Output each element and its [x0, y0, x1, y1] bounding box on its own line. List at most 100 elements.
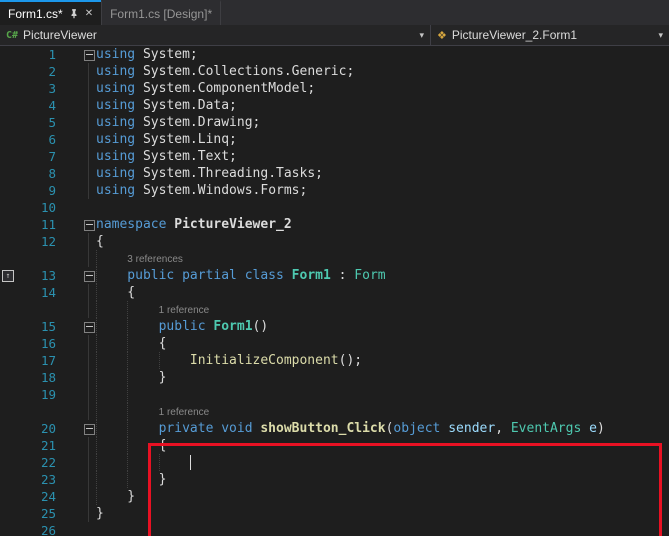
code-text[interactable]: public partial class Form1 : Form — [96, 267, 669, 284]
code-token: showButton_Click — [260, 421, 385, 436]
code-token: } — [96, 506, 104, 521]
fold-region-line — [88, 80, 89, 97]
line-number[interactable]: 24 — [16, 488, 56, 505]
code-token: } — [127, 489, 135, 504]
code-text[interactable] — [96, 199, 669, 216]
code-text[interactable]: InitializeComponent(); — [96, 352, 669, 369]
code-text[interactable]: using System.Threading.Tasks; — [96, 165, 669, 182]
code-text[interactable]: using System.Collections.Generic; — [96, 63, 669, 80]
inheritance-margin-icon[interactable]: ↑ — [2, 270, 14, 282]
indent-guide — [96, 318, 98, 335]
codelens-row: 1 reference — [0, 301, 669, 318]
type-dropdown[interactable]: ❖ PictureViewer_2.Form1 ▾ — [431, 25, 669, 45]
line-number[interactable]: 14 — [16, 284, 56, 301]
line-number[interactable]: 22 — [16, 454, 56, 471]
fold-margin — [82, 369, 96, 386]
indent-guide — [127, 386, 129, 403]
code-text[interactable]: private void showButton_Click(object sen… — [96, 420, 669, 437]
code-line-19: 19 — [0, 386, 669, 403]
line-number[interactable]: 9 — [16, 182, 56, 199]
pin-icon[interactable] — [69, 8, 79, 19]
code-text[interactable]: { — [96, 284, 669, 301]
line-number[interactable]: 8 — [16, 165, 56, 182]
code-text[interactable]: } — [96, 471, 669, 488]
line-number[interactable]: 23 — [16, 471, 56, 488]
line-number[interactable]: 25 — [16, 505, 56, 522]
line-number[interactable]: 2 — [16, 63, 56, 80]
line-number[interactable]: 17 — [16, 352, 56, 369]
code-token: { — [96, 234, 104, 249]
line-number[interactable]: 19 — [16, 386, 56, 403]
glyph-margin — [0, 301, 16, 318]
line-number[interactable]: 3 — [16, 80, 56, 97]
line-number[interactable]: 26 — [16, 522, 56, 536]
line-number[interactable]: 5 — [16, 114, 56, 131]
fold-region-line — [88, 437, 89, 454]
collapse-icon[interactable] — [84, 271, 95, 282]
collapse-icon[interactable] — [84, 220, 95, 231]
code-text[interactable]: { — [96, 335, 669, 352]
code-text[interactable]: using System.Linq; — [96, 131, 669, 148]
line-number[interactable]: 4 — [16, 97, 56, 114]
code-text[interactable]: using System; — [96, 46, 669, 63]
line-number — [16, 250, 56, 267]
line-number[interactable]: 11 — [16, 216, 56, 233]
collapse-icon[interactable] — [84, 424, 95, 435]
vs-editor-window: Form1.cs* ✕ Form1.cs [Design]* C# Pictur… — [0, 0, 669, 536]
code-text[interactable] — [96, 386, 669, 403]
line-number[interactable]: 12 — [16, 233, 56, 250]
line-number[interactable]: 15 — [16, 318, 56, 335]
code-text[interactable]: { — [96, 437, 669, 454]
collapse-icon[interactable] — [84, 50, 95, 61]
code-token: { — [159, 336, 167, 351]
glyph-margin — [0, 148, 16, 165]
line-number[interactable]: 18 — [16, 369, 56, 386]
code-text[interactable]: using System.Windows.Forms; — [96, 182, 669, 199]
line-number[interactable]: 7 — [16, 148, 56, 165]
code-text[interactable]: using System.Data; — [96, 97, 669, 114]
code-token: System.ComponentModel; — [135, 81, 315, 96]
codelens-references[interactable]: 1 reference — [159, 305, 210, 316]
line-number[interactable]: 16 — [16, 335, 56, 352]
code-line-3: 3 using System.ComponentModel; — [0, 80, 669, 97]
fold-margin — [82, 386, 96, 403]
code-text[interactable] — [96, 522, 669, 536]
line-number[interactable]: 20 — [16, 420, 56, 437]
project-dropdown[interactable]: C# PictureViewer ▾ — [0, 25, 431, 45]
glyph-margin — [0, 46, 16, 63]
fold-margin — [82, 403, 96, 420]
tab-form1-cs[interactable]: Form1.cs* ✕ — [0, 0, 101, 25]
code-text[interactable]: public Form1() — [96, 318, 669, 335]
code-text[interactable]: using System.Drawing; — [96, 114, 669, 131]
indent-guide — [127, 301, 129, 318]
fold-region-line — [88, 233, 89, 250]
codelens-references[interactable]: 3 references — [127, 254, 183, 265]
code-text[interactable]: } — [96, 488, 669, 505]
code-text[interactable]: using System.Text; — [96, 148, 669, 165]
code-text[interactable]: using System.ComponentModel; — [96, 80, 669, 97]
code-text[interactable]: } — [96, 505, 669, 522]
line-number[interactable]: 6 — [16, 131, 56, 148]
line-number[interactable]: 13 — [16, 267, 56, 284]
collapse-icon[interactable] — [84, 322, 95, 333]
code-token: } — [159, 370, 167, 385]
code-token: using — [96, 47, 135, 62]
line-number[interactable]: 21 — [16, 437, 56, 454]
code-text[interactable]: { — [96, 233, 669, 250]
close-icon[interactable]: ✕ — [85, 9, 93, 19]
indent-guide — [96, 369, 98, 386]
codelens-row: 1 reference — [0, 403, 669, 420]
line-number[interactable]: 1 — [16, 46, 56, 63]
codelens-line[interactable]: 1 reference — [96, 301, 669, 318]
glyph-margin — [0, 318, 16, 335]
codelens-references[interactable]: 1 reference — [159, 407, 210, 418]
code-text[interactable]: } — [96, 369, 669, 386]
codelens-line[interactable]: 3 references — [96, 250, 669, 267]
tab-form1-cs-design[interactable]: Form1.cs [Design]* — [101, 0, 221, 25]
fold-region-line — [88, 250, 89, 267]
line-number[interactable]: 10 — [16, 199, 56, 216]
code-text[interactable] — [96, 454, 669, 471]
code-text[interactable]: namespace PictureViewer_2 — [96, 216, 669, 233]
line-number — [16, 403, 56, 420]
codelens-line[interactable]: 1 reference — [96, 403, 669, 420]
